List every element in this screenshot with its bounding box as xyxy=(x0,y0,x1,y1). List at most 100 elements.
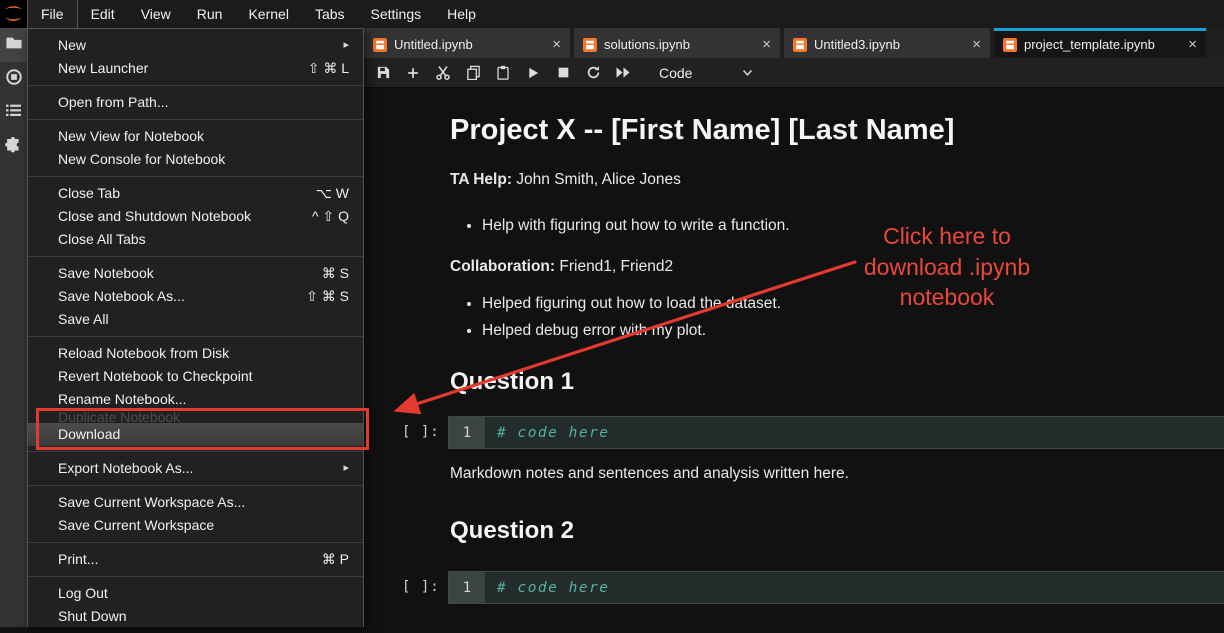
menu-item-label: Revert Notebook to Checkpoint xyxy=(58,365,349,388)
line-number: 1 xyxy=(449,417,485,448)
restart-kernel-button[interactable] xyxy=(585,65,601,81)
menu-item-shut-down[interactable]: Shut Down xyxy=(28,605,363,628)
cell-code-text[interactable]: # code here xyxy=(485,572,1224,603)
close-icon[interactable]: × xyxy=(552,37,561,52)
annotation-text: Click here todownload .ipynbnotebook xyxy=(840,221,1054,313)
menu-item-label: Print... xyxy=(58,548,322,571)
ta-help-bullets: Help with figuring out how to write a fu… xyxy=(450,216,1224,235)
menu-shortcut: ⌥ W xyxy=(316,182,349,205)
cut-icon xyxy=(435,65,451,81)
jupyter-logo-icon xyxy=(2,3,25,25)
cut-button[interactable] xyxy=(435,65,451,81)
collaboration-line: Collaboration: Friend1, Friend2 xyxy=(450,257,1224,276)
cell-editor[interactable]: 1# code here xyxy=(448,571,1224,604)
menubar-item-edit[interactable]: Edit xyxy=(78,0,128,28)
menu-item-close-and-shutdown-notebook[interactable]: Close and Shutdown Notebook^ ⇧ Q xyxy=(28,205,363,228)
menubar-item-kernel[interactable]: Kernel xyxy=(235,0,301,28)
menu-item-export-notebook-as[interactable]: Export Notebook As...▸ xyxy=(28,457,363,480)
menu-item-save-notebook-as[interactable]: Save Notebook As...⇧ ⌘ S xyxy=(28,285,363,308)
extensions-icon xyxy=(5,136,22,158)
menubar-item-tabs[interactable]: Tabs xyxy=(302,0,358,28)
save-button[interactable] xyxy=(375,65,391,81)
menu-item-label: New View for Notebook xyxy=(58,125,349,148)
line-number: 1 xyxy=(449,572,485,603)
markdown-note: Markdown notes and sentences and analysi… xyxy=(450,464,1224,483)
sidebar-item-extensions[interactable] xyxy=(0,130,27,164)
ta-help-line: TA Help: John Smith, Alice Jones xyxy=(450,170,1224,189)
annotation-line: notebook xyxy=(840,282,1054,313)
menu-item-label: Save Notebook As... xyxy=(58,285,306,308)
close-icon[interactable]: × xyxy=(1188,37,1197,52)
close-icon[interactable]: × xyxy=(972,37,981,52)
menu-item-revert-notebook-to-checkpoint[interactable]: Revert Notebook to Checkpoint xyxy=(28,365,363,388)
copy-button[interactable] xyxy=(465,65,481,81)
run-all-icon xyxy=(615,66,631,79)
menu-item-label: Close All Tabs xyxy=(58,228,349,251)
notebook-icon xyxy=(373,38,387,52)
menu-item-new-console-for-notebook[interactable]: New Console for Notebook xyxy=(28,148,363,171)
tab-label: solutions.ipynb xyxy=(604,37,755,52)
notebook-icon xyxy=(583,38,597,52)
menu-item-new[interactable]: New▸ xyxy=(28,34,363,57)
tab-untitled-ipynb[interactable]: Untitled.ipynb× xyxy=(364,28,570,58)
menubar-item-settings[interactable]: Settings xyxy=(358,0,435,28)
menu-group: Save Current Workspace As...Save Current… xyxy=(28,485,363,542)
tab-untitled3-ipynb[interactable]: Untitled3.ipynb × xyxy=(784,28,990,58)
sidebar-item-folder[interactable] xyxy=(0,28,27,62)
menu-item-label: Save Notebook xyxy=(58,262,322,285)
menu-item-save-current-workspace-as[interactable]: Save Current Workspace As... xyxy=(28,491,363,514)
menu-group: New View for NotebookNew Console for Not… xyxy=(28,119,363,176)
menu-item-log-out[interactable]: Log Out xyxy=(28,582,363,605)
menu-item-new-launcher[interactable]: New Launcher⇧ ⌘ L xyxy=(28,57,363,80)
code-cell[interactable]: [ ]:1# code here xyxy=(448,571,1224,604)
cell-prompt: [ ]: xyxy=(402,579,440,595)
tab-solutions-ipynb[interactable]: solutions.ipynb × xyxy=(574,28,780,58)
cell-prompt: [ ]: xyxy=(402,424,440,440)
menu-item-print[interactable]: Print...⌘ P xyxy=(28,548,363,571)
left-sidebar xyxy=(0,28,27,627)
run-button[interactable] xyxy=(525,65,541,81)
menu-item-close-all-tabs[interactable]: Close All Tabs xyxy=(28,228,363,251)
add-cell-button[interactable] xyxy=(405,65,421,81)
close-icon[interactable]: × xyxy=(762,37,771,52)
menu-item-label: Reload Notebook from Disk xyxy=(58,342,349,365)
tab-project-template-ipynb[interactable]: project_template.ipynb× xyxy=(994,28,1206,58)
menu-item-open-from-path[interactable]: Open from Path... xyxy=(28,91,363,114)
menu-item-label: New xyxy=(58,34,343,57)
annotation-line: download .ipynb xyxy=(840,252,1054,283)
submenu-arrow-icon: ▸ xyxy=(343,34,349,57)
menubar-item-file[interactable]: File xyxy=(27,0,78,28)
tab-label: Untitled3.ipynb xyxy=(814,37,965,52)
cell-editor[interactable]: 1# code here xyxy=(448,416,1224,449)
run-all-button[interactable] xyxy=(615,65,631,81)
menubar-item-view[interactable]: View xyxy=(128,0,184,28)
restart-kernel-icon xyxy=(586,65,601,80)
menu-item-close-tab[interactable]: Close Tab⌥ W xyxy=(28,182,363,205)
sidebar-item-running-kernels[interactable] xyxy=(0,62,27,96)
menu-item-label: Export Notebook As... xyxy=(58,457,343,480)
add-cell-icon xyxy=(406,66,420,80)
save-icon xyxy=(376,65,391,80)
menu-item-save-notebook[interactable]: Save Notebook⌘ S xyxy=(28,262,363,285)
sidebar-item-table-of-contents[interactable] xyxy=(0,96,27,130)
cell-type-dropdown[interactable]: Code xyxy=(659,65,753,81)
menu-item-reload-notebook-from-disk[interactable]: Reload Notebook from Disk xyxy=(28,342,363,365)
chevron-down-icon xyxy=(742,69,753,77)
jupyter-logo[interactable] xyxy=(0,0,27,28)
menu-item-label: Close and Shutdown Notebook xyxy=(58,205,312,228)
download-highlight-rectangle xyxy=(36,408,369,450)
menu-item-label: Save Current Workspace xyxy=(58,514,349,537)
menu-item-save-current-workspace[interactable]: Save Current Workspace xyxy=(28,514,363,537)
code-cell[interactable]: [ ]:1# code here xyxy=(448,416,1224,449)
menu-item-save-all[interactable]: Save All xyxy=(28,308,363,331)
menu-shortcut: ^ ⇧ Q xyxy=(312,205,349,228)
menu-item-label: New Console for Notebook xyxy=(58,148,349,171)
paste-button[interactable] xyxy=(495,65,511,81)
menubar-item-run[interactable]: Run xyxy=(184,0,236,28)
menubar-item-help[interactable]: Help xyxy=(434,0,489,28)
cell-code-text[interactable]: # code here xyxy=(485,417,1224,448)
stop-button[interactable] xyxy=(555,65,571,81)
run-icon xyxy=(527,66,540,80)
menu-item-new-view-for-notebook[interactable]: New View for Notebook xyxy=(28,125,363,148)
table-of-contents-icon xyxy=(5,103,22,123)
